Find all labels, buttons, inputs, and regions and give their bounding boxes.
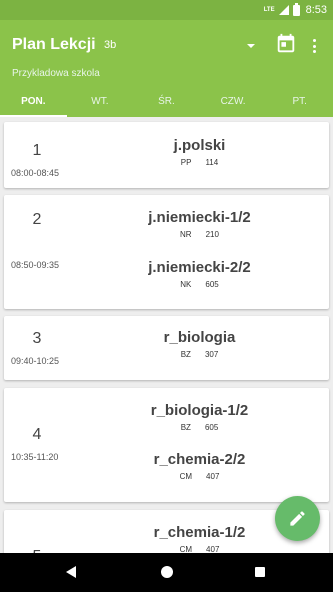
room-number: 407 [206, 545, 220, 553]
signal-icon [278, 5, 289, 15]
battery-icon [292, 2, 300, 16]
teacher-code: BZ [180, 350, 191, 359]
subject-name: r_biologia [163, 329, 236, 346]
lesson-number: 3 [32, 330, 42, 347]
system-nav-bar [0, 553, 333, 592]
lesson-meta: BZ 307 [70, 350, 329, 359]
lesson-number: 1 [32, 142, 42, 159]
lesson-entry: j.polski PP 114 [70, 137, 329, 167]
teacher-code: NK [180, 280, 192, 289]
room-number: 605 [205, 280, 219, 289]
lesson-meta: NR 210 [70, 230, 329, 239]
lesson-meta: CM 407 [70, 472, 329, 481]
app-bar: Plan Lekcji 3b Przykladowa szkola PON. W… [0, 20, 333, 117]
tab-monday[interactable]: PON. [0, 90, 67, 117]
status-bar: LTE 8:53 [0, 0, 333, 20]
subject-name: r_chemia-2/2 [153, 451, 246, 468]
lesson-time: 08:00-08:45 [11, 168, 60, 178]
lesson-entry: r_biologia BZ 307 [70, 329, 329, 359]
lesson-card[interactable]: 2 08:50-09:35 j.niemiecki-1/2 NR 210 j.ni… [4, 195, 329, 309]
tab-tuesday[interactable]: WT. [67, 90, 134, 117]
calendar-icon[interactable] [275, 33, 297, 55]
teacher-code: NR [180, 230, 192, 239]
lesson-time: 10:35-11:20 [11, 452, 59, 462]
edit-fab-button[interactable] [275, 496, 320, 541]
more-vert-icon[interactable] [311, 39, 317, 53]
subject-name: j.niemiecki-2/2 [148, 259, 251, 276]
lesson-meta: BZ 605 [70, 423, 329, 432]
lesson-card[interactable]: 4 10:35-11:20 r_biologia-1/2 BZ 605 r_che… [4, 388, 329, 502]
lesson-entry: r_biologia-1/2 BZ 605 [70, 402, 329, 432]
school-name: Przykladowa szkola [12, 68, 100, 79]
room-number: 114 [205, 158, 219, 167]
lesson-meta: NK 605 [70, 280, 329, 289]
lesson-meta: CM 407 [70, 545, 329, 553]
teacher-code: CM [179, 472, 193, 481]
lesson-time: 09:40-10:25 [11, 356, 60, 366]
teacher-code: CM [179, 545, 193, 553]
lesson-entry: j.niemiecki-1/2 NR 210 [70, 209, 329, 239]
tab-friday[interactable]: PT. [266, 90, 333, 117]
status-time: 8:53 [305, 4, 327, 16]
room-number: 605 [204, 423, 219, 432]
tab-thursday[interactable]: CZW. [200, 90, 267, 117]
recent-apps-icon[interactable] [255, 567, 265, 577]
app-title: Plan Lekcji [12, 36, 96, 53]
subject-name: r_biologia-1/2 [150, 402, 249, 419]
back-icon[interactable] [66, 566, 76, 578]
lesson-time: 08:50-09:35 [11, 260, 60, 270]
teacher-code: BZ [180, 423, 191, 432]
day-tabs: PON. WT. ŚR. CZW. PT. [0, 90, 333, 117]
dropdown-arrow-icon[interactable] [247, 44, 255, 48]
room-number: 407 [206, 472, 220, 481]
home-icon[interactable] [161, 566, 173, 578]
room-number: 307 [204, 350, 219, 359]
edit-pencil-icon [290, 511, 305, 526]
subject-name: j.polski [173, 137, 226, 154]
tab-wednesday[interactable]: ŚR. [133, 90, 200, 117]
room-number: 210 [205, 230, 219, 239]
lesson-entry: j.niemiecki-2/2 NK 605 [70, 259, 329, 289]
network-type: LTE [263, 7, 275, 13]
lesson-number: 2 [32, 211, 42, 228]
lesson-entry: r_chemia-2/2 CM 407 [70, 451, 329, 481]
status-icons: LTE 8:53 [263, 2, 327, 17]
lesson-card[interactable]: 1 08:00-08:45 j.polski PP 114 [4, 122, 329, 188]
lesson-meta: PP 114 [70, 158, 329, 167]
teacher-code: PP [180, 158, 192, 167]
lesson-number: 4 [32, 426, 42, 443]
lesson-list: 1 08:00-08:45 j.polski PP 114 2 08:50-09:… [0, 117, 333, 553]
class-selector[interactable]: 3b [104, 39, 116, 51]
subject-name: j.niemiecki-1/2 [148, 209, 251, 226]
lesson-card[interactable]: 3 09:40-10:25 r_biologia BZ 307 [4, 316, 329, 380]
